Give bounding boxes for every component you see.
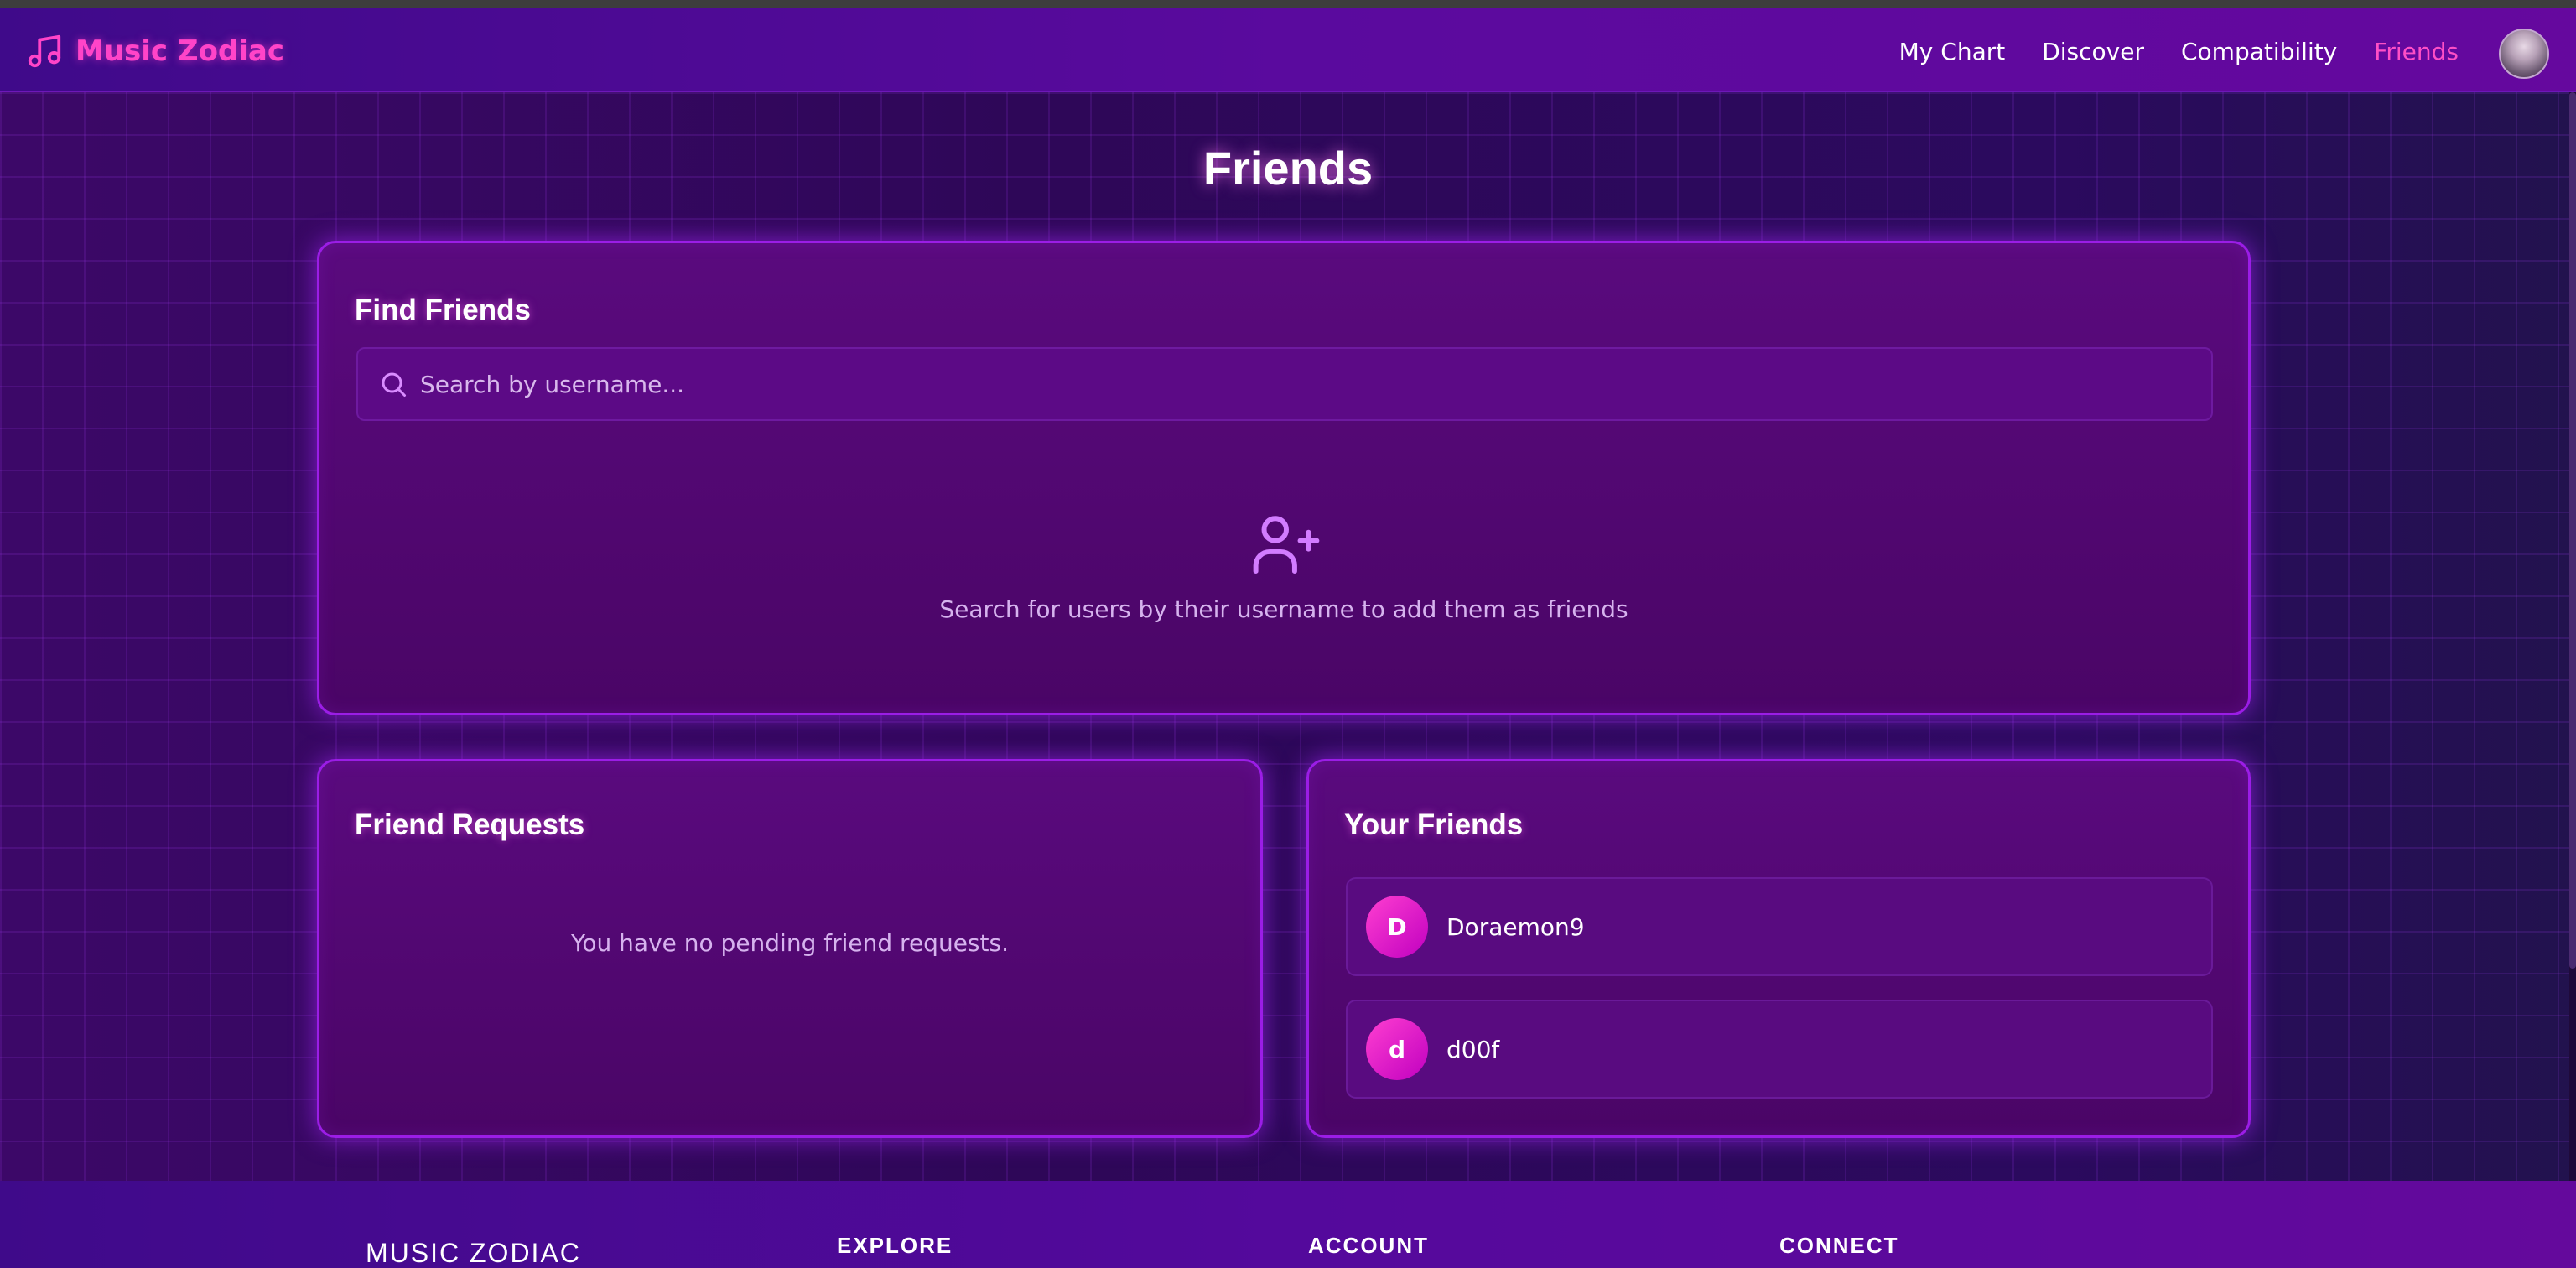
footer-heading-explore: EXPLORE bbox=[837, 1233, 953, 1258]
footer-heading-account: ACCOUNT bbox=[1308, 1233, 1429, 1258]
user-plus-icon bbox=[1253, 516, 1320, 574]
friend-row[interactable]: D Doraemon9 bbox=[1346, 877, 2213, 976]
footer-brand: MUSIC ZODIAC bbox=[366, 1238, 581, 1268]
main-nav: My Chart Discover Compatibility Friends bbox=[1899, 30, 2459, 72]
friend-requests-card: Friend Requests You have no pending frie… bbox=[317, 759, 1263, 1138]
navbar: Music Zodiac My Chart Discover Compatibi… bbox=[0, 8, 2576, 92]
brand-link[interactable]: Music Zodiac bbox=[25, 30, 284, 72]
main-content: Friends Find Friends Search for users by… bbox=[0, 92, 2576, 1182]
your-friends-card: Your Friends D Doraemon9 d d00f bbox=[1306, 759, 2251, 1138]
footer: MUSIC ZODIAC EXPLORE ACCOUNT CONNECT bbox=[0, 1181, 2576, 1268]
page-title: Friends bbox=[1202, 142, 1374, 195]
friend-requests-title: Friend Requests bbox=[355, 808, 585, 841]
find-friends-hint: Search for users by their username to ad… bbox=[939, 595, 1628, 623]
search-icon bbox=[382, 372, 406, 397]
music-note-icon bbox=[28, 34, 61, 68]
nav-compatibility[interactable]: Compatibility bbox=[2181, 38, 2337, 65]
nav-my-chart[interactable]: My Chart bbox=[1899, 38, 2006, 65]
friend-name: d00f bbox=[1446, 1035, 1500, 1063]
nav-friends[interactable]: Friends bbox=[2374, 38, 2459, 65]
scrollbar-thumb[interactable] bbox=[2569, 92, 2576, 969]
window-top-strip bbox=[0, 0, 2576, 8]
friend-avatar: d bbox=[1366, 1018, 1428, 1080]
nav-discover[interactable]: Discover bbox=[2042, 38, 2144, 65]
footer-heading-connect: CONNECT bbox=[1779, 1233, 1899, 1258]
find-friends-title: Find Friends bbox=[355, 294, 531, 326]
search-box bbox=[356, 347, 2213, 421]
friend-name: Doraemon9 bbox=[1446, 912, 1585, 941]
friend-avatar: D bbox=[1366, 896, 1428, 958]
search-input[interactable] bbox=[420, 349, 2211, 419]
brand-name: Music Zodiac bbox=[75, 34, 285, 68]
friend-requests-empty-message: You have no pending friend requests. bbox=[571, 929, 1009, 957]
find-friends-card: Find Friends Search for users by their u… bbox=[317, 241, 2251, 715]
your-friends-title: Your Friends bbox=[1344, 808, 1524, 841]
user-avatar[interactable] bbox=[2499, 29, 2549, 79]
friend-row[interactable]: d d00f bbox=[1346, 1000, 2213, 1099]
